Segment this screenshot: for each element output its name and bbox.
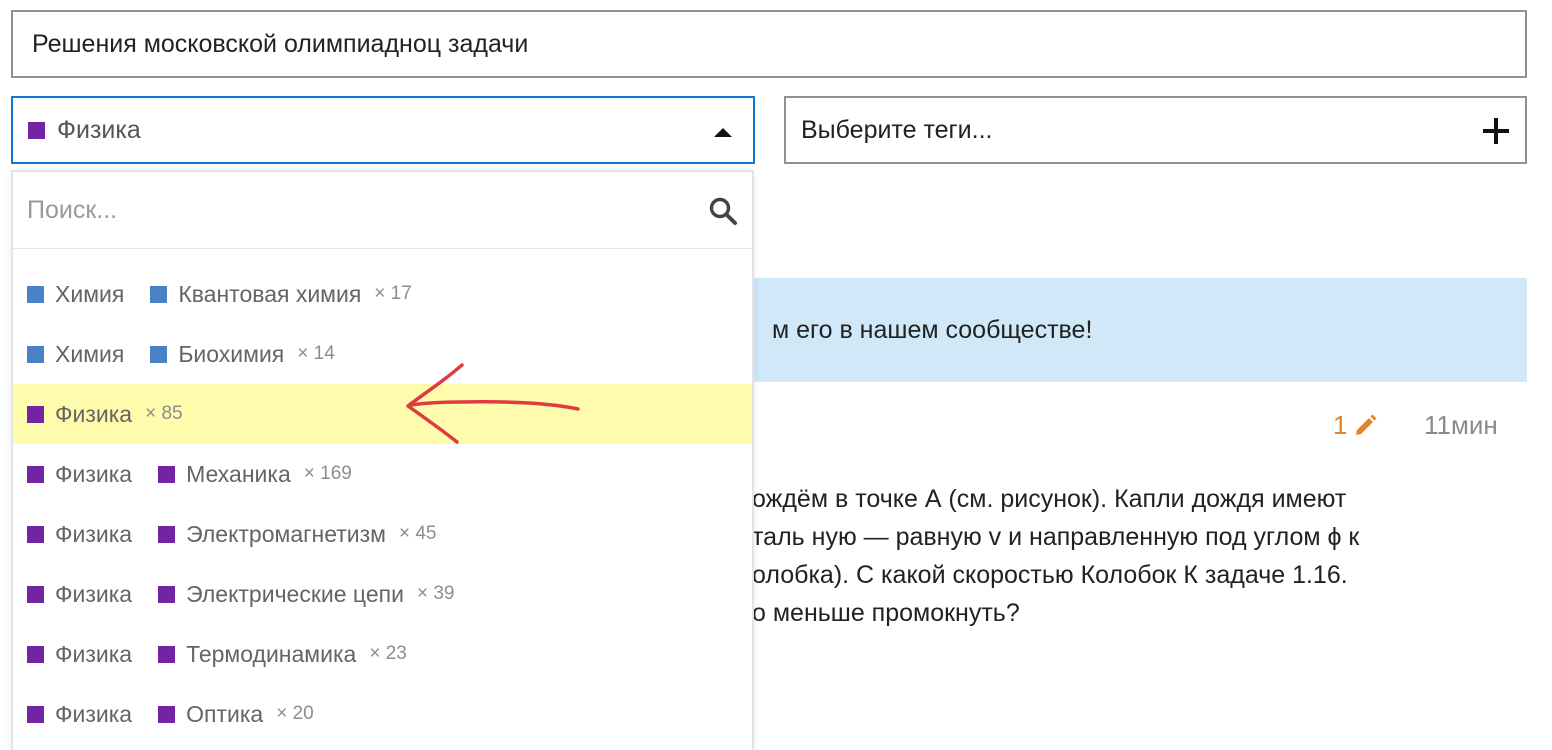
subcategory: Квантовая химия [150, 281, 361, 308]
parent-category-swatch [27, 645, 44, 663]
post-line: о меньше промокнуть? [752, 599, 1020, 627]
tag-chooser-placeholder: Выберите теги... [801, 115, 993, 144]
parent-category-name: Физика [55, 700, 133, 727]
info-banner: м его в нашем сообществе! [752, 278, 1527, 382]
category-options-list: Химия Квантовая химия × 17 Химия Биохимия × 1… [13, 264, 752, 744]
parent-category-name: Физика [55, 460, 133, 487]
topic-title-value: Решения московской олимпиадноц задачи [32, 29, 529, 58]
topic-count: × 45 [398, 523, 437, 544]
post-body: ождём в точке А (см. рисунок). Капли дож… [752, 480, 1522, 632]
category-filter [13, 172, 752, 249]
pencil-icon [1356, 414, 1377, 435]
subcategory-swatch [158, 465, 176, 483]
topic-count: × 14 [297, 343, 335, 364]
search-icon[interactable] [708, 196, 738, 226]
post-line: ождём в точке А (см. рисунок). Капли дож… [752, 485, 1347, 513]
subcategory-swatch [150, 285, 168, 303]
parent-category-name: Химия [55, 340, 125, 367]
parent-category-name: Химия [55, 280, 125, 307]
parent-category-swatch [27, 525, 44, 543]
topic-count: × 169 [303, 463, 352, 484]
subcategory-swatch [158, 705, 176, 723]
parent-category-swatch [27, 345, 44, 363]
caret-up-icon[interactable] [714, 128, 732, 137]
category-option[interactable]: Физика Термодинамика × 23 [13, 624, 752, 684]
category-selected-label: Физика [57, 115, 141, 144]
topic-count: × 20 [276, 703, 314, 724]
subcategory-name: Биохимия [178, 340, 285, 367]
category-search-input[interactable] [13, 194, 669, 226]
subcategory-name: Квантовая химия [178, 280, 362, 307]
parent-category-swatch [27, 405, 44, 423]
category-option[interactable]: Физика × 85 [13, 384, 752, 444]
subcategory: Оптика [158, 701, 263, 728]
subcategory-name: Механика [186, 460, 291, 487]
subcategory-name: Электромагнетизм [186, 520, 386, 547]
subcategory: Термодинамика [158, 641, 356, 668]
subcategory-name: Электрические цепи [186, 580, 404, 607]
category-option[interactable]: Физика Электромагнетизм × 45 [13, 504, 752, 564]
parent-category-name: Физика [55, 520, 133, 547]
topic-count: × 23 [369, 643, 407, 664]
category-chooser[interactable]: Физика [11, 96, 755, 164]
parent-category-name: Физика [55, 580, 133, 607]
parent-category-name: Физика [55, 640, 133, 667]
post-line: таль ную — равную v и направленную под у… [752, 523, 1360, 551]
tag-chooser[interactable]: Выберите теги... [784, 96, 1527, 164]
parent-category-swatch [27, 705, 44, 723]
category-color-swatch [28, 121, 45, 139]
category-option[interactable]: Физика Электрические цепи × 39 [13, 564, 752, 624]
edit-history[interactable]: 1 [1333, 405, 1379, 445]
topic-count: × 39 [416, 583, 455, 604]
topic-title-input[interactable]: Решения московской олимпиадноц задачи [11, 10, 1527, 78]
edit-count: 1 [1333, 409, 1348, 440]
info-banner-text: м его в нашем сообществе! [772, 315, 1093, 344]
parent-category-swatch [27, 285, 44, 303]
plus-icon[interactable] [1483, 118, 1509, 144]
parent-category-name: Физика [55, 400, 133, 427]
post-age-text: 11мин [1424, 409, 1498, 440]
subcategory: Электрические цепи [158, 581, 404, 608]
subcategory-name: Термодинамика [186, 640, 357, 667]
category-option[interactable]: Химия Квантовая химия × 17 [13, 264, 752, 324]
topic-count: × 17 [374, 283, 412, 304]
parent-category-swatch [27, 585, 44, 603]
subcategory-swatch [150, 345, 168, 363]
post-line: олобка). С какой скоростью Колобок К зад… [752, 561, 1348, 589]
category-option[interactable]: Физика Оптика × 20 [13, 684, 752, 744]
subcategory-swatch [158, 525, 176, 543]
category-dropdown: Химия Квантовая химия × 17 Химия Биохимия × 1… [11, 170, 754, 750]
topic-count: × 85 [145, 403, 183, 424]
category-option[interactable]: Физика Механика × 169 [13, 444, 752, 504]
post-age[interactable]: 11мин [1424, 405, 1498, 445]
subcategory-swatch [158, 585, 176, 603]
subcategory: Механика [158, 461, 291, 488]
category-option[interactable]: Химия Биохимия × 14 [13, 324, 752, 384]
subcategory-swatch [158, 645, 176, 663]
subcategory-name: Оптика [186, 700, 264, 727]
parent-category-swatch [27, 465, 44, 483]
subcategory: Электромагнетизм [158, 521, 386, 548]
subcategory: Биохимия [150, 341, 284, 368]
